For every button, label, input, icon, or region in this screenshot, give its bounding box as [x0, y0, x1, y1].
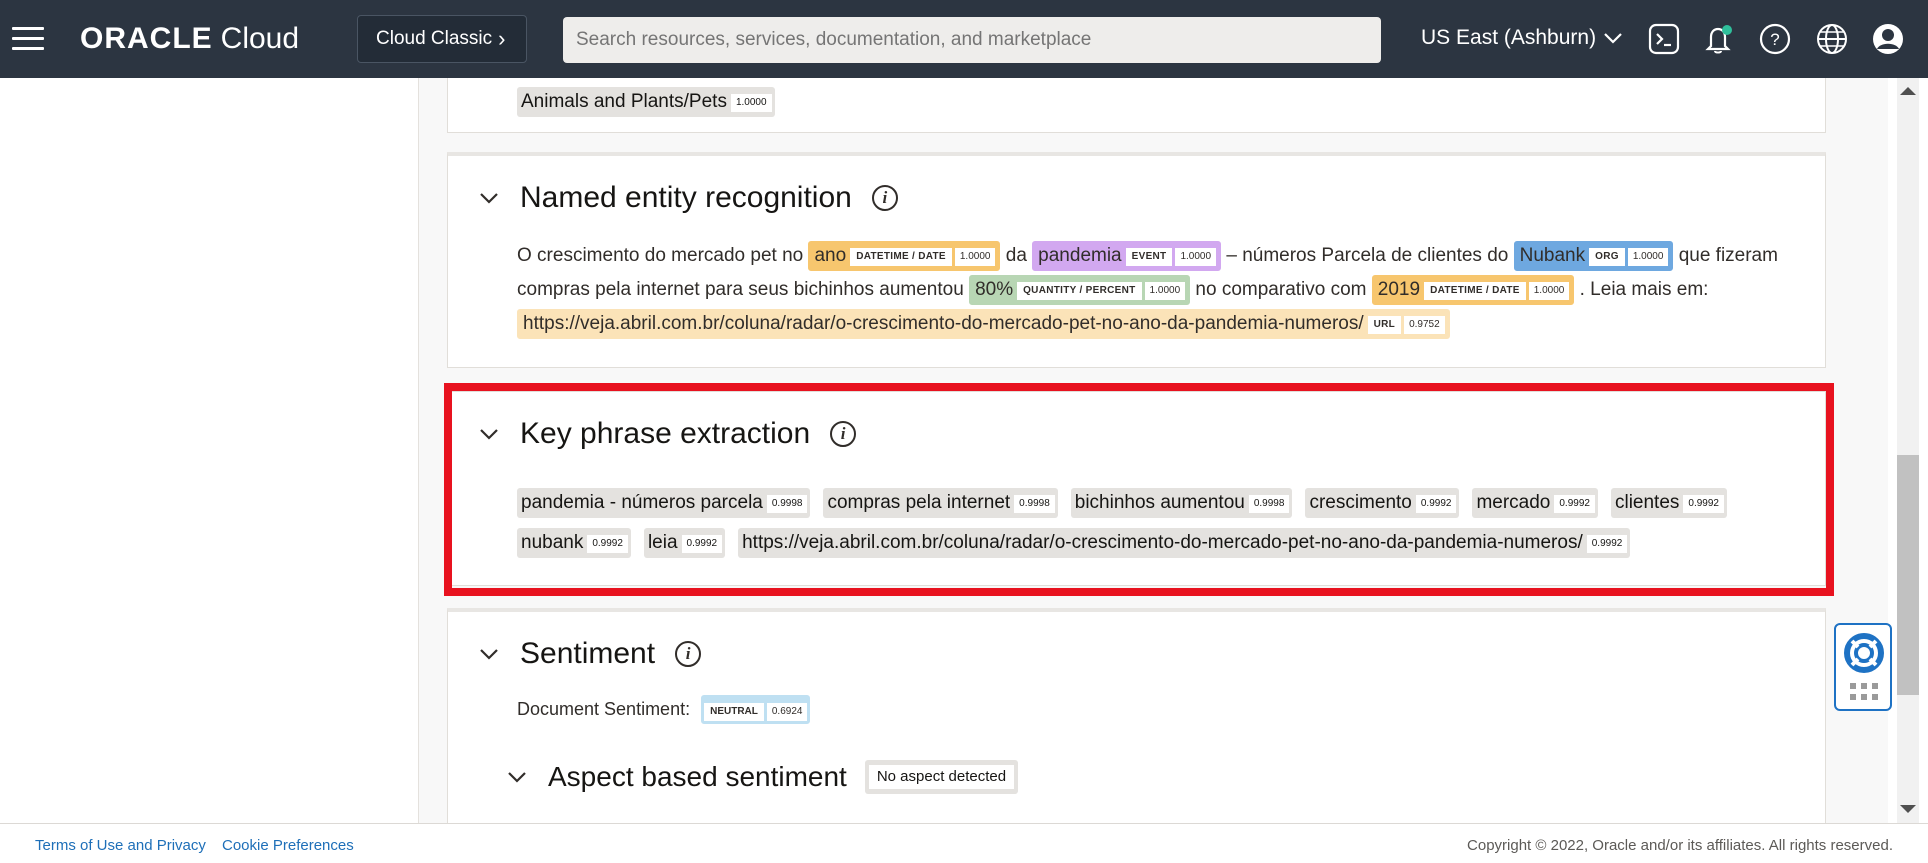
entity-label: ORG	[1589, 248, 1625, 266]
sentiment-score: 0.6924	[766, 703, 808, 721]
named-entity-recognition-card: Named entity recognition i O crescimento…	[447, 152, 1826, 368]
sentiment-value: NEUTRAL	[704, 703, 764, 721]
entity-label: DATETIME / DATE	[850, 248, 952, 266]
terms-link[interactable]: Terms of Use and Privacy	[35, 837, 206, 854]
entity-score: 1.0000	[1627, 248, 1669, 266]
scrollbar-track[interactable]	[1897, 78, 1919, 823]
entity-label: DATETIME / DATE	[1424, 282, 1526, 300]
menu-icon[interactable]	[12, 27, 44, 51]
entity-score: 1.0000	[1144, 282, 1186, 300]
cookie-preferences-link[interactable]: Cookie Preferences	[222, 837, 354, 854]
entity-text: ano	[814, 245, 847, 266]
entity-text: pandemia	[1038, 245, 1122, 266]
sentiment-title: Sentiment	[520, 637, 656, 670]
entity-score: 1.0000	[1175, 248, 1217, 266]
text-segment: – números Parcela de clientes do	[1226, 245, 1509, 266]
ner-annotated-text: O crescimento do mercado pet no ano DATET…	[517, 239, 1807, 341]
entity-date: 2019 DATETIME / DATE 1.0000	[1371, 275, 1575, 305]
support-help-widget[interactable]	[1834, 623, 1892, 711]
entity-org: Nubank ORG 1.0000	[1513, 241, 1674, 271]
entity-label: EVENT	[1125, 248, 1173, 266]
lifebuoy-icon	[1844, 633, 1884, 673]
document-sentiment-label: Document Sentiment:	[517, 699, 691, 719]
region-label: US East (Ashburn)	[1421, 26, 1597, 49]
cloud-shell-icon[interactable]	[1647, 22, 1681, 56]
info-icon[interactable]: i	[871, 185, 898, 211]
brand-name: ORACLE	[80, 22, 213, 55]
grip-dots-icon[interactable]	[1850, 683, 1878, 701]
entity-score: 1.0000	[1528, 282, 1570, 300]
entity-quantity: 80% QUANTITY / PERCENT 1.0000	[969, 275, 1191, 305]
entity-text: 80%	[975, 279, 1014, 300]
text-segment: . Leia mais em:	[1579, 279, 1709, 300]
aspect-title: Aspect based sentiment	[548, 761, 847, 792]
ner-header[interactable]: Named entity recognition i	[478, 181, 898, 215]
cloud-classic-button[interactable]: Cloud Classic ›	[357, 15, 527, 63]
document-sentiment: Document Sentiment: NEUTRAL 0.6924	[517, 695, 811, 724]
entity-text: Nubank	[1519, 245, 1586, 266]
highlight-annotation-box	[444, 383, 1834, 596]
classification-label: Animals and Plants/Pets	[521, 91, 727, 112]
copyright-text: Copyright © 2022, Oracle and/or its affi…	[1467, 837, 1893, 854]
language-globe-icon[interactable]	[1815, 22, 1849, 56]
info-icon[interactable]: i	[675, 641, 702, 667]
cloud-classic-label: Cloud Classic	[376, 28, 493, 49]
product-name: Cloud	[220, 22, 300, 55]
entity-label: QUANTITY / PERCENT	[1017, 282, 1142, 300]
text-classification-card: Animals and Plants/Pets 1.0000	[447, 78, 1826, 133]
no-aspect-badge: No aspect detected	[864, 760, 1019, 794]
chevron-right-icon: ›	[498, 26, 506, 51]
entity-score: 0.9752	[1404, 316, 1445, 334]
chevron-down-icon[interactable]	[478, 187, 500, 209]
notifications-bell-icon[interactable]	[1702, 22, 1736, 56]
page-footer: Terms of Use and Privacy Cookie Preferen…	[0, 823, 1928, 863]
aspect-sentiment-header[interactable]: Aspect based sentiment No aspect detecte…	[506, 760, 1019, 794]
entity-url: https://veja.abril.com.br/coluna/radar/o…	[517, 309, 1450, 339]
text-segment: O crescimento do mercado pet no	[517, 245, 804, 266]
chevron-down-icon[interactable]	[506, 766, 528, 788]
sentiment-card: Sentiment i Document Sentiment: NEUTRAL 0…	[447, 608, 1826, 823]
chevron-down-icon[interactable]	[478, 643, 500, 665]
no-aspect-text: No aspect detected	[868, 764, 1015, 789]
entity-score: 1.0000	[954, 248, 996, 266]
sentiment-badge: NEUTRAL 0.6924	[701, 695, 811, 724]
help-icon[interactable]: ?	[1758, 22, 1792, 56]
entity-text: https://veja.abril.com.br/coluna/radar/o…	[523, 313, 1364, 334]
scroll-down-arrow[interactable]	[1900, 805, 1916, 813]
scrollbar-thumb[interactable]	[1897, 455, 1919, 695]
vertical-scrollbar[interactable]	[1888, 78, 1928, 823]
search-input[interactable]	[563, 17, 1381, 63]
profile-avatar-icon[interactable]	[1871, 22, 1905, 56]
region-selector[interactable]: US East (Ashburn)	[1421, 26, 1622, 50]
scroll-up-arrow[interactable]	[1900, 87, 1916, 95]
oracle-cloud-logo[interactable]: ORACLE Cloud	[80, 22, 299, 56]
sentiment-header[interactable]: Sentiment i	[478, 637, 702, 671]
entity-event: pandemia EVENT 1.0000	[1032, 241, 1222, 271]
entity-label: URL	[1367, 316, 1402, 334]
classification-chip: Animals and Plants/Pets 1.0000	[517, 87, 775, 117]
entity-date: ano DATETIME / DATE 1.0000	[808, 241, 1001, 271]
text-segment: da	[1005, 245, 1027, 266]
text-segment: no comparativo com	[1195, 279, 1367, 300]
top-navigation-bar: ORACLE Cloud Cloud Classic › US East (As…	[0, 0, 1928, 78]
svg-text:?: ?	[1770, 30, 1779, 49]
chevron-down-icon	[1604, 33, 1622, 44]
classification-result: Animals and Plants/Pets 1.0000	[517, 87, 775, 117]
classification-score: 1.0000	[730, 94, 772, 112]
ner-title: Named entity recognition	[520, 181, 852, 214]
entity-text: 2019	[1377, 279, 1421, 300]
